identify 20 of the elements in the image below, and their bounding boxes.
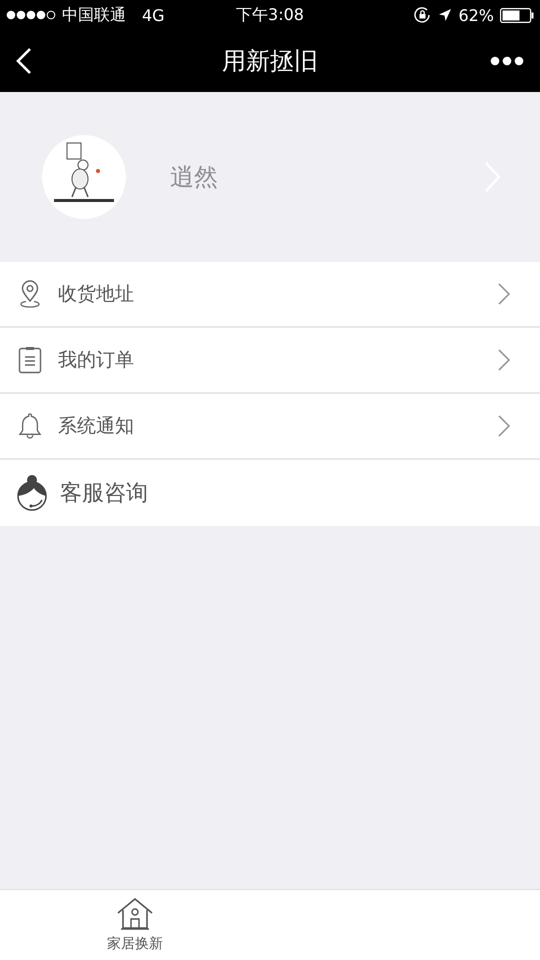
menu-label: 客服咨询 [60,480,149,508]
location-pin-icon [18,280,42,308]
clipboard-icon [18,346,42,374]
rotation-lock-icon [414,7,432,23]
house-icon [116,897,154,931]
battery-icon [500,8,534,22]
location-arrow-icon [438,8,452,22]
carrier-name: 中国联通 [62,4,126,26]
menu-label: 系统通知 [58,414,135,439]
bell-icon [18,411,42,441]
back-icon[interactable] [16,48,32,74]
more-icon[interactable] [490,56,524,66]
menu-label: 我的订单 [58,348,135,373]
signal-icon [6,10,56,20]
battery-percent: 62% [458,6,494,24]
network-type: 4G [142,6,165,24]
status-time: 下午3:08 [236,4,304,26]
user-name: 逍然 [170,162,219,193]
menu-label: 收货地址 [58,282,135,307]
page-title: 用新拯旧 [222,46,318,77]
